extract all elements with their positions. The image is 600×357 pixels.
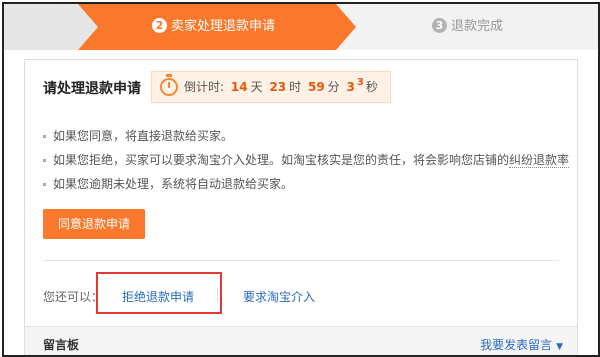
countdown-timer: 倒计时: 14 天 23 时 59 分 33秒: [151, 71, 391, 103]
step-seller-process: 2 卖家处理退款申请: [152, 4, 275, 50]
message-board-title: 留言板: [43, 338, 80, 352]
minutes-unit: 分: [327, 80, 340, 94]
refund-panel: 请处理退款申请 倒计时: 14 天 23 时 59 分 33秒 如果您同意，将直接退款…: [24, 59, 578, 355]
page-title: 请处理退款申请: [43, 81, 141, 97]
progress-steps: 2 卖家处理退款申请 3 退款完成: [4, 4, 598, 50]
tip-agree: 如果您同意，将直接退款给买家。: [43, 124, 569, 148]
countdown-days: 14: [230, 80, 248, 94]
step-label: 退款完成: [451, 19, 504, 34]
refund-tips: 如果您同意，将直接退款给买家。 如果您拒绝，买家可以要求淘宝介入处理。如淘宝核实…: [43, 124, 570, 196]
days-unit: 天: [250, 80, 263, 94]
link-separator: [217, 288, 218, 302]
divider: [43, 260, 559, 261]
countdown-seconds: 3: [346, 80, 355, 94]
seconds-unit: 秒: [365, 80, 378, 94]
countdown-hours: 23: [269, 80, 287, 94]
chevron-down-icon: ▼: [556, 342, 563, 352]
post-message-link[interactable]: 我要发表留言 ▼: [480, 336, 563, 353]
step-label: 卖家处理退款申请: [171, 19, 276, 34]
dispute-rate-link[interactable]: 纠纷退款率: [509, 153, 570, 168]
countdown-label: 倒计时:: [184, 80, 225, 94]
step-number-icon: 2: [152, 18, 167, 33]
refund-page-frame: 2 卖家处理退款申请 3 退款完成 请处理退款申请 倒计时: 14 天 23 时 59 分…: [2, 2, 600, 357]
more-options-label: 您还可以：: [43, 290, 104, 304]
reject-refund-link[interactable]: 拒绝退款申请: [122, 288, 194, 305]
tip-reject: 如果您拒绝，买家可以要求淘宝介入处理。如淘宝核实是您的责任，将会影响您店铺的纠纷…: [43, 148, 570, 172]
agree-refund-button[interactable]: 同意退款申请: [43, 209, 145, 239]
tip-overdue: 如果您逾期未处理，系统将自动退款给买家。: [43, 172, 569, 196]
countdown-seconds-sup: 3: [356, 77, 364, 88]
request-taobao-link[interactable]: 要求淘宝介入: [243, 288, 315, 305]
clock-icon: [160, 74, 178, 96]
message-board-bar: 留言板 我要发表留言 ▼: [25, 326, 577, 355]
hours-unit: 时: [289, 80, 302, 94]
countdown-minutes: 59: [307, 80, 325, 94]
step-refund-complete: 3 退款完成: [432, 4, 503, 50]
step-previous: [4, 4, 98, 50]
step-number-icon: 3: [432, 18, 447, 33]
